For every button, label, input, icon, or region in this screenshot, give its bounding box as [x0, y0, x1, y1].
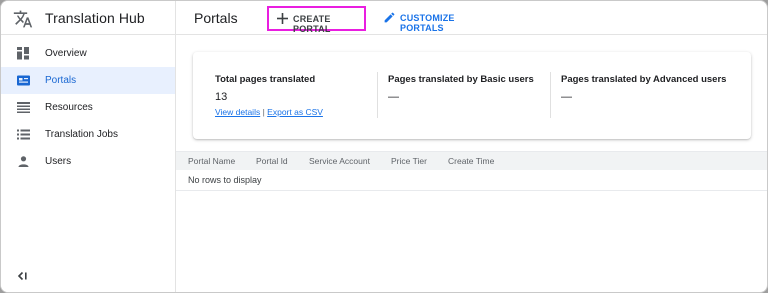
sidebar-item-translation-jobs[interactable]: Translation Jobs — [1, 121, 175, 148]
sidebar-item-resources[interactable]: Resources — [1, 94, 175, 121]
portal-icon — [17, 75, 30, 86]
pencil-icon — [384, 12, 395, 23]
stat-value: — — [388, 91, 399, 103]
table-header: Portal Name Portal Id Service Account Pr… — [176, 151, 767, 170]
sidebar-item-label: Portals — [45, 75, 77, 86]
list-icon — [17, 129, 30, 140]
sidebar-item-label: Translation Jobs — [45, 129, 118, 140]
create-portal-label: CREATE PORTAL — [293, 14, 331, 34]
column-header-portal-name[interactable]: Portal Name — [188, 156, 235, 166]
column-header-create-time[interactable]: Create Time — [448, 156, 494, 166]
create-portal-button[interactable]: CREATE PORTAL — [267, 6, 366, 34]
app-header: Translation Hub — [1, 1, 176, 35]
export-csv-link[interactable]: Export as CSV — [267, 107, 323, 117]
sidebar-item-portals[interactable]: Portals — [1, 67, 175, 94]
sidebar-item-users[interactable]: Users — [1, 148, 175, 175]
sidebar-item-label: Users — [45, 156, 72, 167]
stat-title: Pages translated by Basic users — [388, 74, 534, 85]
sidebar-item-overview[interactable]: Overview — [1, 40, 175, 67]
translate-icon — [13, 10, 33, 28]
stat-value: — — [561, 91, 572, 103]
page-title: Portals — [194, 10, 238, 26]
sidebar-item-label: Overview — [45, 48, 87, 59]
advanced-users-stat: Pages translated by Advanced users — — [561, 74, 746, 103]
sidebar-item-label: Resources — [45, 102, 93, 113]
main-content: Portals CREATE PORTAL CUSTOMIZE PORTALS … — [176, 1, 767, 292]
table-empty-row: No rows to display — [176, 170, 767, 191]
column-header-price-tier[interactable]: Price Tier — [391, 156, 427, 166]
view-details-link[interactable]: View details — [215, 107, 260, 117]
plus-icon — [277, 13, 288, 24]
stats-card: Total pages translated 13 View details |… — [193, 52, 751, 139]
dashboard-icon — [17, 47, 29, 60]
app-window: Translation Hub Overview Portals Resourc… — [0, 0, 768, 293]
column-header-portal-id[interactable]: Portal Id — [256, 156, 288, 166]
stat-title: Pages translated by Advanced users — [561, 74, 727, 85]
person-icon — [18, 156, 29, 167]
stat-divider — [550, 72, 551, 118]
stat-divider — [377, 72, 378, 118]
app-title: Translation Hub — [45, 10, 145, 26]
top-bar: Portals CREATE PORTAL CUSTOMIZE PORTALS — [176, 1, 767, 35]
stat-title: Total pages translated — [215, 74, 316, 85]
stat-value: 13 — [215, 91, 228, 103]
column-header-service-account[interactable]: Service Account — [309, 156, 370, 166]
link-separator: | — [262, 107, 265, 117]
resources-icon — [17, 102, 30, 113]
customize-portals-button[interactable]: CUSTOMIZE PORTALS — [381, 9, 496, 33]
stat-links: View details | Export as CSV — [215, 107, 375, 117]
collapse-sidebar-icon[interactable] — [16, 270, 28, 282]
empty-message: No rows to display — [188, 175, 262, 185]
total-pages-stat: Total pages translated 13 View details |… — [215, 74, 375, 117]
sidebar: Translation Hub Overview Portals Resourc… — [1, 1, 176, 292]
basic-users-stat: Pages translated by Basic users — — [388, 74, 548, 103]
customize-portals-label: CUSTOMIZE PORTALS — [400, 13, 455, 33]
sidebar-nav: Overview Portals Resources Translation J… — [1, 40, 175, 175]
